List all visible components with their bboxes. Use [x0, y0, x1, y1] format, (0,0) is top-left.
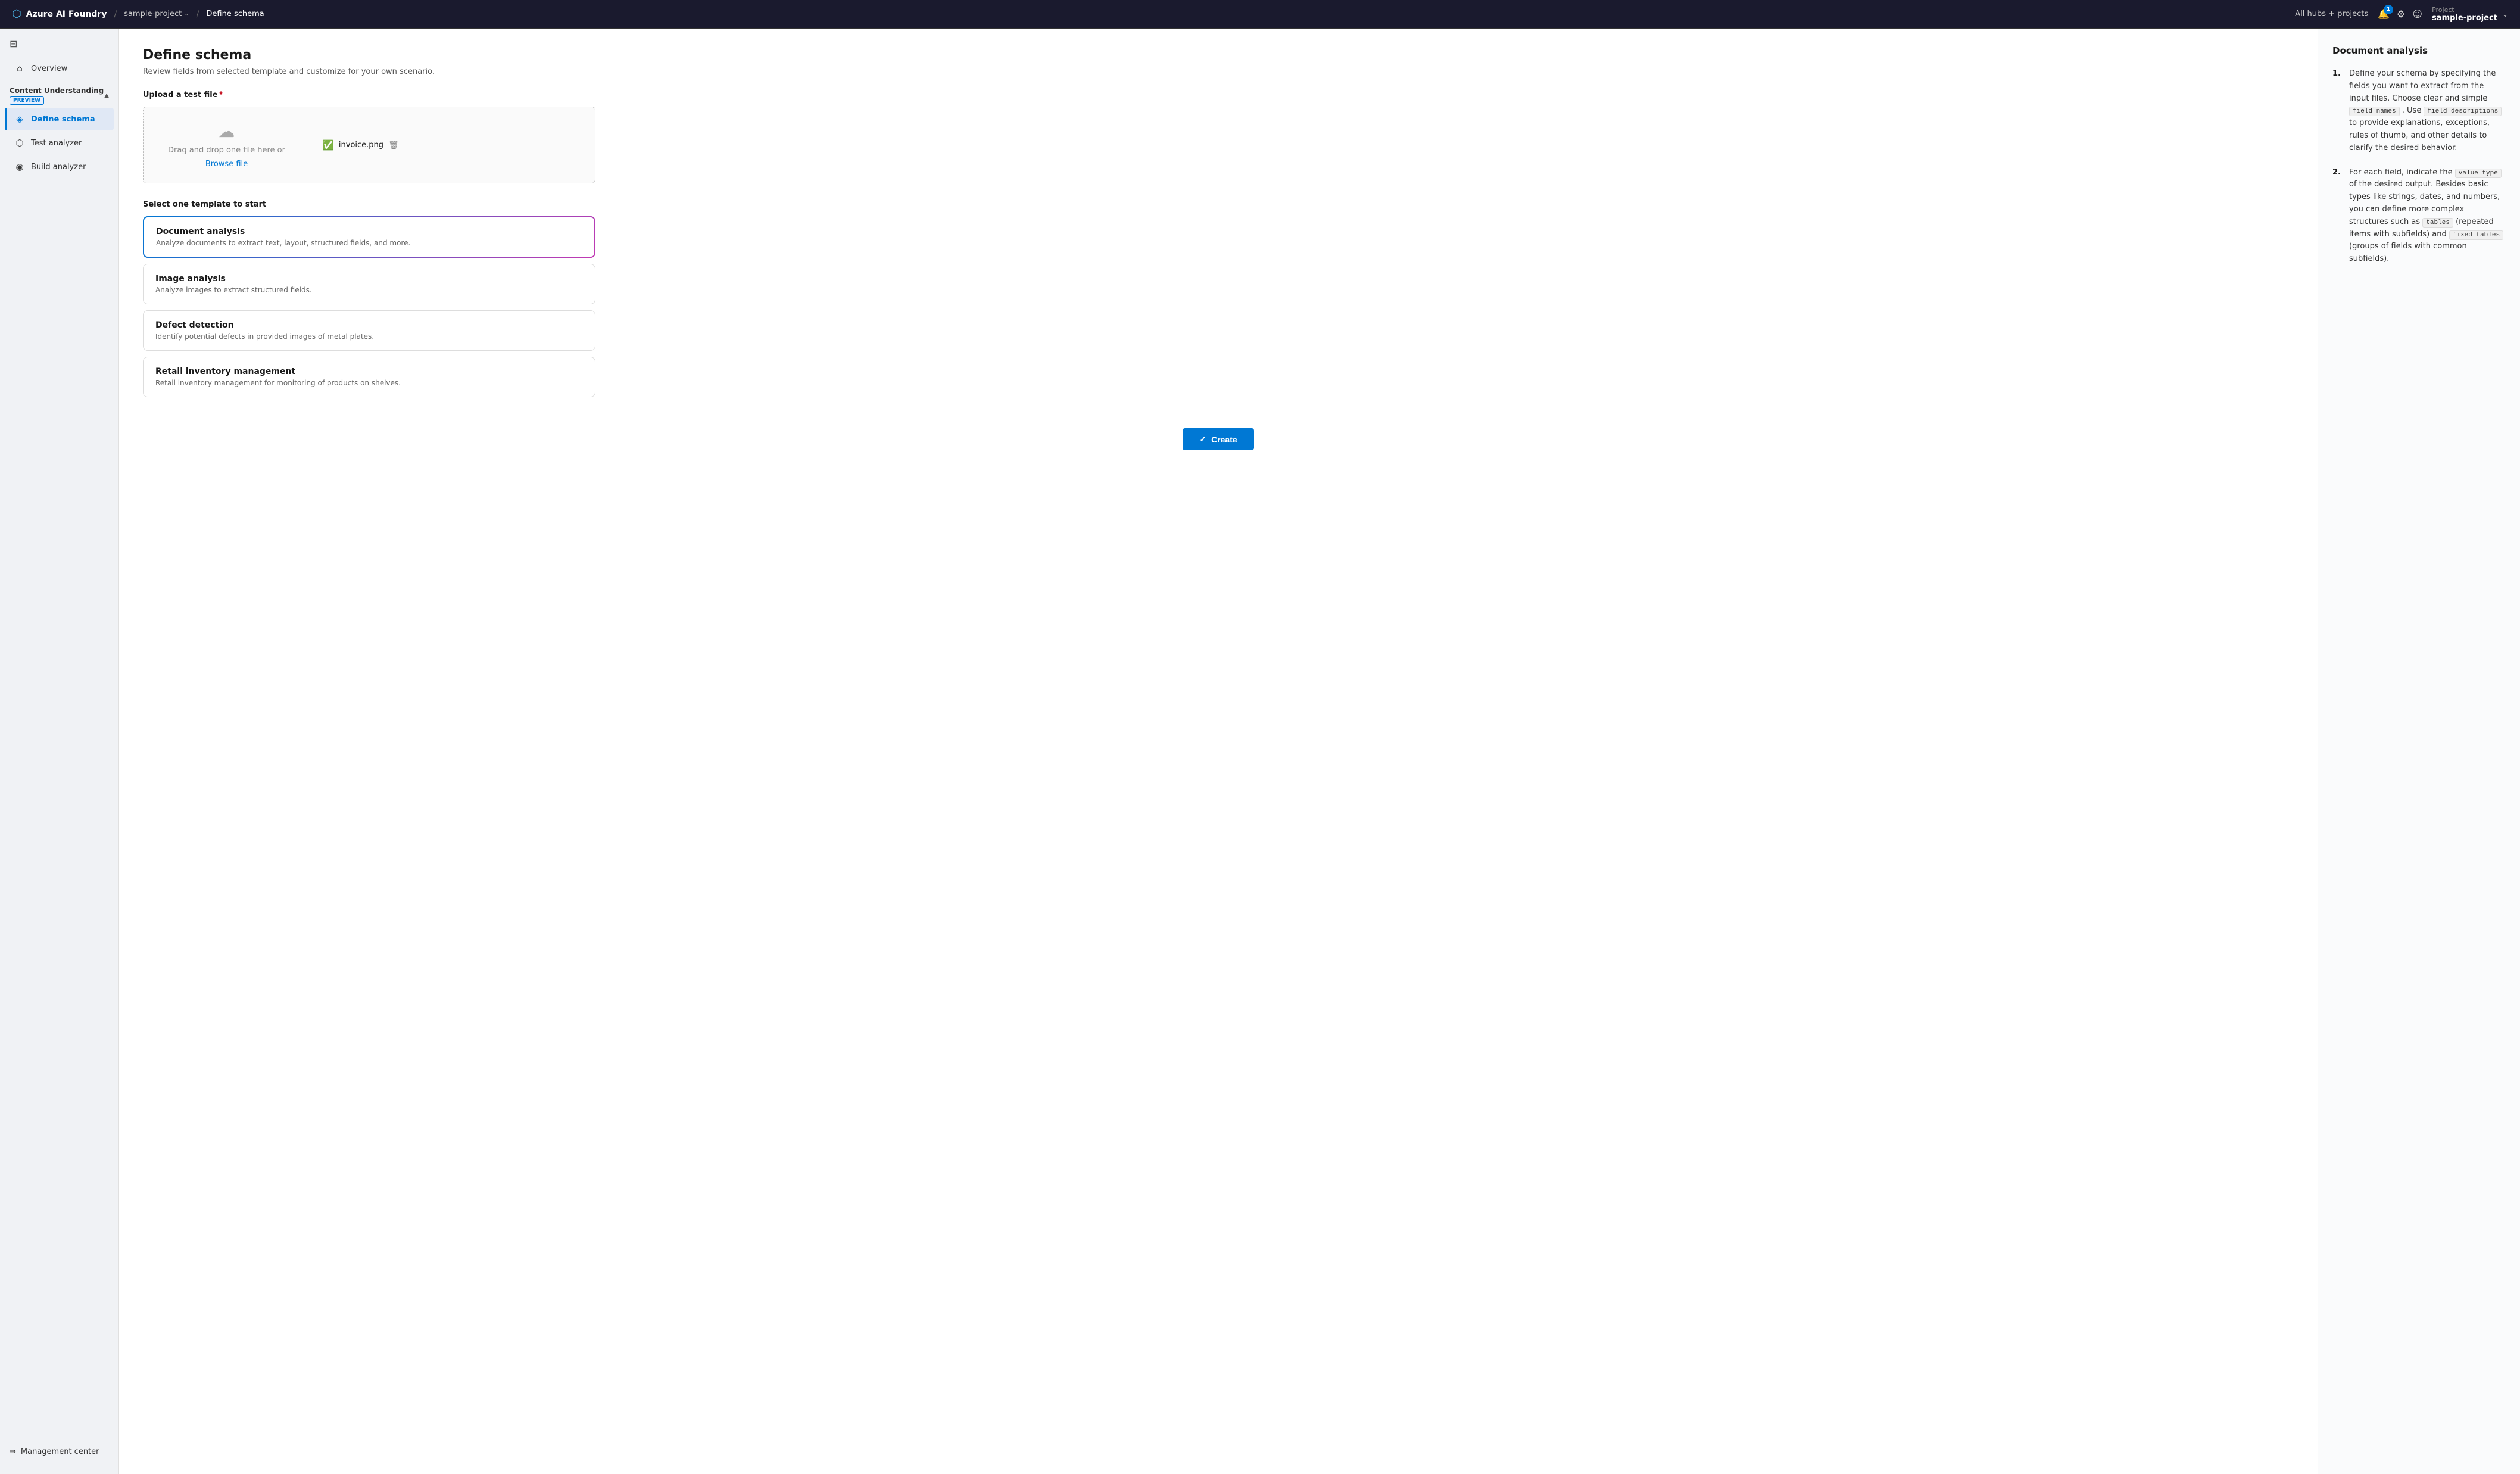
templates-section-label: Select one template to start — [143, 200, 2294, 209]
template-card-defect-detection[interactable]: Defect detection Identify potential defe… — [143, 310, 595, 351]
sidebar-footer: ⇒ Management center — [0, 1434, 118, 1469]
step2-code2: tables — [2422, 218, 2453, 228]
template-desc-defect-detection: Identify potential defects in provided i… — [155, 332, 583, 341]
section-label: Content Understanding — [10, 86, 104, 95]
upload-area: ☁ Drag and drop one file here or Browse … — [143, 107, 595, 183]
project-section-label: Project — [2432, 6, 2497, 14]
breadcrumb-sep1: / — [114, 10, 117, 19]
project-name: sample-project — [124, 10, 182, 18]
topbar: ⬡ Azure AI Foundry / sample-project ⌄ / … — [0, 0, 2520, 29]
create-button-label: Create — [1211, 435, 1237, 444]
project-chevron-icon: ⌄ — [184, 11, 189, 17]
panel-step-1: Define your schema by specifying the fie… — [2332, 68, 2506, 155]
management-center-label: Management center — [21, 1447, 99, 1456]
topbar-brand: ⬡ Azure AI Foundry — [12, 8, 107, 20]
template-title-defect-detection: Defect detection — [155, 320, 583, 330]
sidebar-section-content-understanding: Content Understanding PREVIEW ▲ — [0, 80, 118, 107]
step2-text-before: For each field, indicate the — [2349, 168, 2455, 177]
create-button[interactable]: ✓ Create — [1183, 428, 1253, 450]
panel-step-2: For each field, indicate the value type … — [2332, 167, 2506, 266]
template-title-image-analysis: Image analysis — [155, 274, 583, 283]
section-collapse-icon[interactable]: ▲ — [104, 92, 109, 99]
sidebar-item-test-analyzer[interactable]: ⬡ Test analyzer — [5, 132, 114, 154]
step2-code3: fixed tables — [2449, 230, 2503, 240]
template-title-retail-inventory: Retail inventory management — [155, 367, 583, 376]
management-center-icon: ⇒ — [10, 1447, 16, 1456]
template-desc-image-analysis: Analyze images to extract structured fie… — [155, 286, 583, 294]
sidebar-toggle-button[interactable]: ⊟ — [0, 33, 118, 54]
define-schema-label: Define schema — [31, 115, 95, 124]
templates-wrapper: Document analysis Analyze documents to e… — [143, 216, 2294, 397]
test-analyzer-icon: ⬡ — [14, 138, 25, 148]
step1-code1: field names — [2349, 107, 2400, 116]
file-drop-zone[interactable]: ☁ Drag and drop one file here or Browse … — [144, 107, 310, 183]
page-title: Define schema — [143, 48, 2294, 63]
panel-step-2-text: For each field, indicate the value type … — [2349, 167, 2506, 266]
required-star: * — [219, 91, 223, 99]
main-content: Define schema Review fields from selecte… — [119, 29, 2318, 1474]
help-panel: Document analysis Define your schema by … — [2318, 29, 2520, 1474]
project-breadcrumb[interactable]: sample-project ⌄ — [124, 10, 189, 18]
sidebar-item-build-analyzer[interactable]: ◉ Build analyzer — [5, 155, 114, 178]
person-icon: ☺ — [2412, 8, 2422, 20]
settings-button[interactable]: ⚙ — [2397, 8, 2405, 20]
topbar-left: ⬡ Azure AI Foundry / sample-project ⌄ / … — [12, 8, 264, 20]
sidebar-item-define-schema[interactable]: ◈ Define schema — [5, 108, 114, 130]
management-center-button[interactable]: ⇒ Management center — [5, 1441, 114, 1462]
drop-zone-text: Drag and drop one file here or — [168, 146, 285, 155]
panel-title: Document analysis — [2332, 45, 2506, 56]
delete-file-button[interactable]: 🗑 — [388, 141, 399, 150]
cloud-upload-icon: ☁ — [219, 121, 235, 141]
project-section-name: sample-project — [2432, 14, 2497, 23]
sidebar-item-overview[interactable]: ⌂ Overview — [5, 57, 114, 80]
uploaded-file-name: invoice.png — [339, 141, 383, 149]
user-avatar[interactable]: ☺ — [2412, 8, 2422, 20]
file-check-icon: ✅ — [322, 139, 334, 151]
build-analyzer-icon: ◉ — [14, 161, 25, 172]
template-card-retail-inventory[interactable]: Retail inventory management Retail inven… — [143, 357, 595, 397]
checkmark-icon: ✓ — [1199, 434, 1206, 444]
step1-text-after: to provide explanations, exceptions, rul… — [2349, 119, 2490, 152]
azure-logo-icon: ⬡ — [12, 8, 21, 20]
build-analyzer-label: Build analyzer — [31, 163, 86, 172]
define-schema-icon: ◈ — [14, 114, 25, 124]
current-page-label: Define schema — [206, 10, 264, 18]
step1-code2: field descriptions — [2424, 107, 2502, 116]
template-card-document-analysis[interactable]: Document analysis Analyze documents to e… — [143, 216, 595, 258]
step2-code1: value type — [2455, 169, 2502, 178]
test-analyzer-label: Test analyzer — [31, 139, 82, 148]
topbar-icons: 🔔 1 ⚙ ☺ — [2378, 8, 2422, 20]
preview-badge: PREVIEW — [10, 96, 44, 105]
topbar-right: All hubs + projects 🔔 1 ⚙ ☺ Project samp… — [2295, 6, 2508, 23]
brand-name: Azure AI Foundry — [26, 10, 107, 19]
all-hubs-link[interactable]: All hubs + projects — [2295, 10, 2368, 18]
page-subtitle: Review fields from selected template and… — [143, 67, 2294, 76]
breadcrumb-sep2: / — [197, 10, 199, 19]
overview-label: Overview — [31, 64, 67, 73]
upload-section-label: Upload a test file* — [143, 91, 2294, 99]
project-expand-icon[interactable]: ⌄ — [2502, 10, 2508, 18]
gear-icon: ⚙ — [2397, 8, 2405, 20]
overview-icon: ⌂ — [14, 63, 25, 74]
step1-text-mid: . Use — [2402, 106, 2424, 115]
template-desc-retail-inventory: Retail inventory management for monitori… — [155, 379, 583, 387]
panel-step-1-text: Define your schema by specifying the fie… — [2349, 68, 2506, 155]
templates-list: Document analysis Analyze documents to e… — [143, 216, 595, 397]
template-title-document-analysis: Document analysis — [156, 227, 582, 236]
browse-file-link[interactable]: Browse file — [205, 160, 248, 169]
template-card-image-analysis[interactable]: Image analysis Analyze images to extract… — [143, 264, 595, 304]
uploaded-file-item: ✅ invoice.png 🗑 — [322, 139, 399, 151]
notification-button[interactable]: 🔔 1 — [2378, 8, 2390, 20]
app-layout: ⊟ ⌂ Overview Content Understanding PREVI… — [0, 29, 2520, 1474]
topbar-project-info: Project sample-project ⌄ — [2432, 6, 2508, 23]
panel-steps: Define your schema by specifying the fie… — [2332, 68, 2506, 266]
step1-text-before: Define your schema by specifying the fie… — [2349, 69, 2496, 103]
sidebar: ⊟ ⌂ Overview Content Understanding PREVI… — [0, 29, 119, 1474]
step2-text-after: (groups of fields with common subfields)… — [2349, 242, 2467, 263]
template-desc-document-analysis: Analyze documents to extract text, layou… — [156, 239, 582, 247]
notification-badge: 1 — [2384, 5, 2393, 14]
uploaded-files-list: ✅ invoice.png 🗑 — [310, 107, 595, 183]
bottom-actions: ✓ Create — [143, 416, 2294, 456]
